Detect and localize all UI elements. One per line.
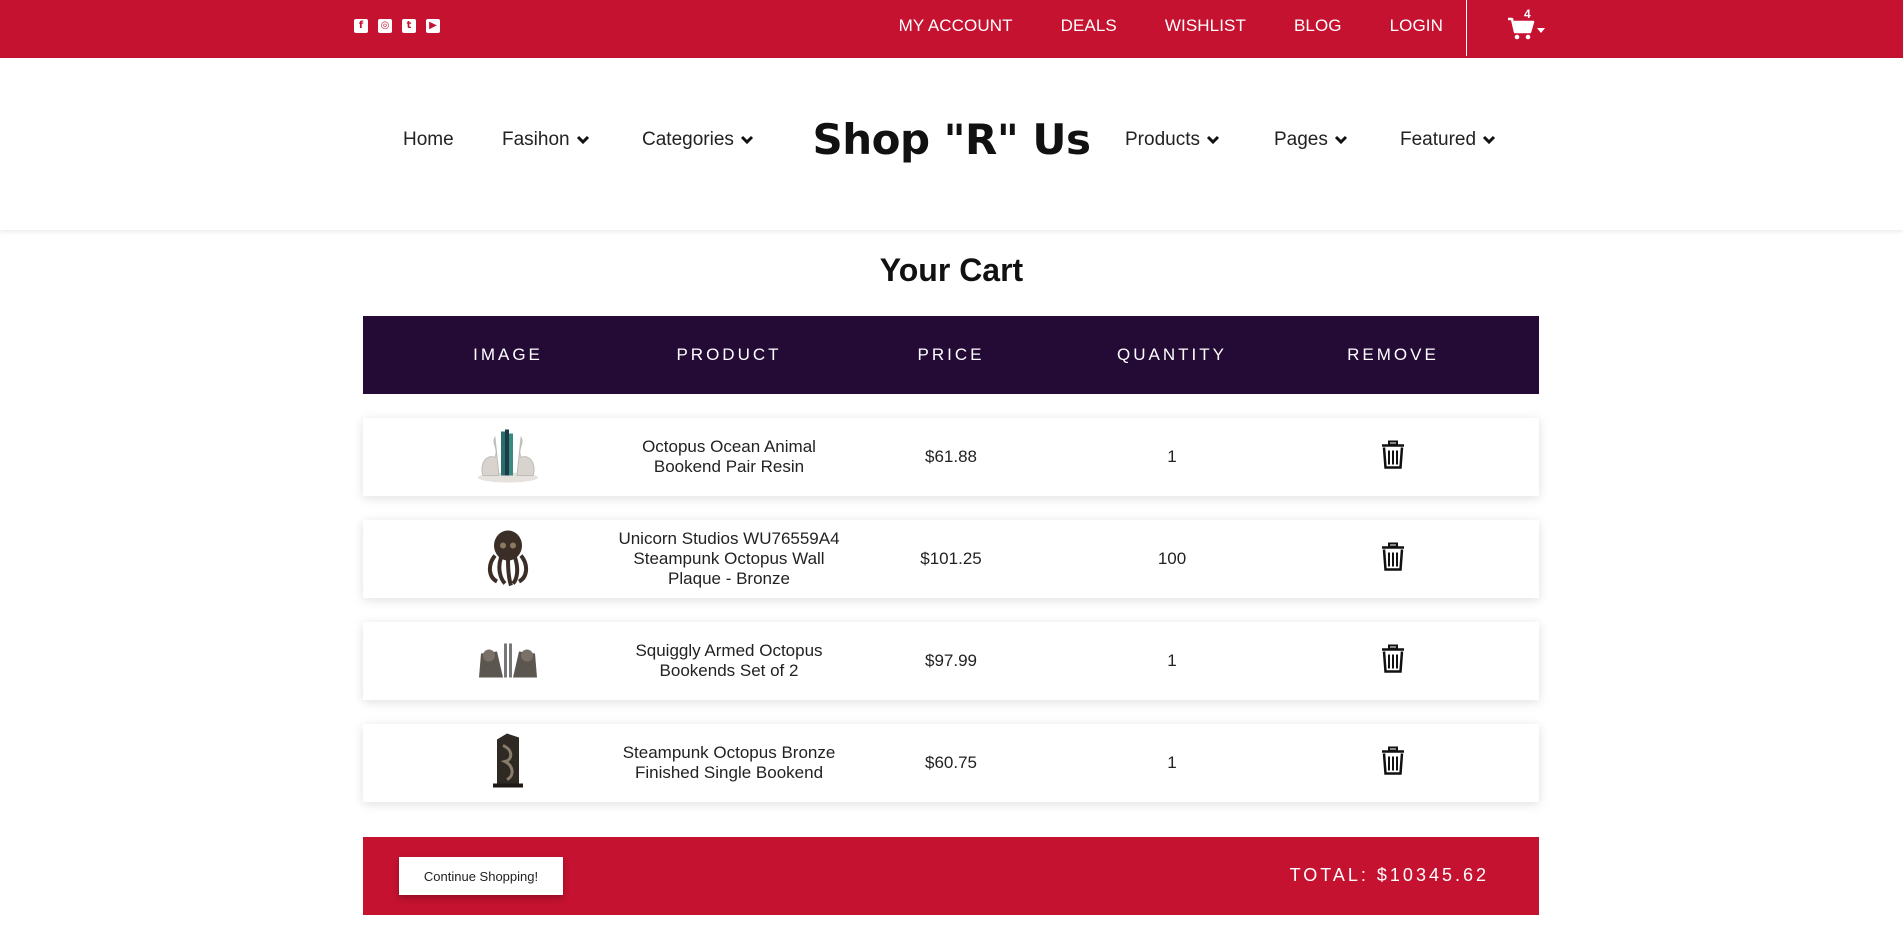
facebook-icon[interactable]: f [354,19,368,33]
header-quantity: QUANTITY [1117,345,1227,364]
product-quantity[interactable]: 1 [1167,447,1176,467]
nav-featured-label: Featured [1400,129,1477,150]
site-logo[interactable]: Shop "R" Us [0,115,1903,164]
instagram-icon[interactable]: ◎ [378,19,392,33]
login-link[interactable]: LOGIN [1390,16,1443,36]
chevron-down-icon [1334,135,1347,145]
remove-button[interactable] [1378,440,1408,475]
cart-row: Unicorn Studios WU76559A4 Steampunk Octo… [363,520,1539,598]
top-nav: MY ACCOUNT DEALS WISHLIST BLOG LOGIN [899,0,1443,52]
cart-caret-icon [1537,28,1545,33]
deals-link[interactable]: DEALS [1061,16,1117,36]
chevron-down-icon [1206,135,1220,145]
header-remove: REMOVE [1347,345,1439,364]
cart-table-header: IMAGE PRODUCT PRICE QUANTITY REMOVE [363,316,1539,394]
product-thumbnail[interactable] [473,526,543,593]
top-bar: f ◎ t ▶ MY ACCOUNT DEALS WISHLIST BLOG L… [0,0,1903,58]
cart-footer: Continue Shopping! TOTAL: $10345.62 [363,837,1539,915]
header-product: PRODUCT [676,345,782,364]
nav-pages[interactable]: Pages [1274,129,1348,151]
remove-button[interactable] [1378,746,1408,781]
bookends-set-image [479,643,537,678]
cart-button[interactable]: 4 [1507,7,1551,46]
product-name[interactable]: Squiggly Armed Octopus Bookends Set of 2 [614,641,844,681]
product-quantity[interactable]: 1 [1167,753,1176,773]
product-name[interactable]: Octopus Ocean Animal Bookend Pair Resin [614,437,844,477]
chevron-down-icon [1482,135,1496,145]
product-price: $61.88 [925,447,977,466]
product-thumbnail[interactable] [473,628,543,695]
trash-icon [1382,746,1404,775]
cart-total: TOTAL: $10345.62 [1289,865,1489,885]
trash-icon [1382,644,1404,673]
product-quantity[interactable]: 1 [1167,651,1176,671]
continue-shopping-button[interactable]: Continue Shopping! [399,857,563,895]
wishlist-link[interactable]: WISHLIST [1165,16,1246,36]
my-account-link[interactable]: MY ACCOUNT [899,16,1013,36]
product-price: $101.25 [920,549,982,568]
product-price: $60.75 [925,753,977,772]
cart-row: Squiggly Armed Octopus Bookends Set of 2… [363,622,1539,700]
remove-button[interactable] [1378,644,1408,679]
wall-plaque-image [488,530,528,587]
trash-icon [1382,542,1404,571]
header-image: IMAGE [473,345,543,364]
nav-products-label: Products [1125,129,1200,150]
product-price: $97.99 [925,651,977,670]
youtube-icon[interactable]: ▶ [426,19,440,33]
product-name[interactable]: Steampunk Octopus Bronze Finished Single… [614,743,844,783]
product-thumbnail[interactable] [473,730,543,797]
cart-row: Steampunk Octopus Bronze Finished Single… [363,724,1539,802]
nav-products[interactable]: Products [1125,129,1220,151]
page-title: Your Cart [879,252,1024,288]
cart-row: Octopus Ocean Animal Bookend Pair Resin … [363,418,1539,496]
single-bookend-image [493,733,523,788]
product-quantity[interactable]: 100 [1158,549,1186,569]
cart-divider [1466,0,1467,56]
blog-link[interactable]: BLOG [1294,16,1342,36]
twitter-icon[interactable]: t [402,19,416,33]
bookend-pair-image [478,429,538,483]
nav-featured[interactable]: Featured [1400,129,1496,151]
shopping-cart-icon [1508,17,1535,40]
nav-pages-label: Pages [1274,129,1328,150]
product-thumbnail[interactable] [473,424,543,491]
social-links: f ◎ t ▶ [354,19,440,33]
remove-button[interactable] [1378,542,1408,577]
product-name[interactable]: Unicorn Studios WU76559A4 Steampunk Octo… [614,529,844,589]
main-nav: Home Fasihon Categories Shop "R" Us Prod… [0,58,1903,230]
header-price: PRICE [917,345,985,364]
trash-icon [1382,440,1404,469]
